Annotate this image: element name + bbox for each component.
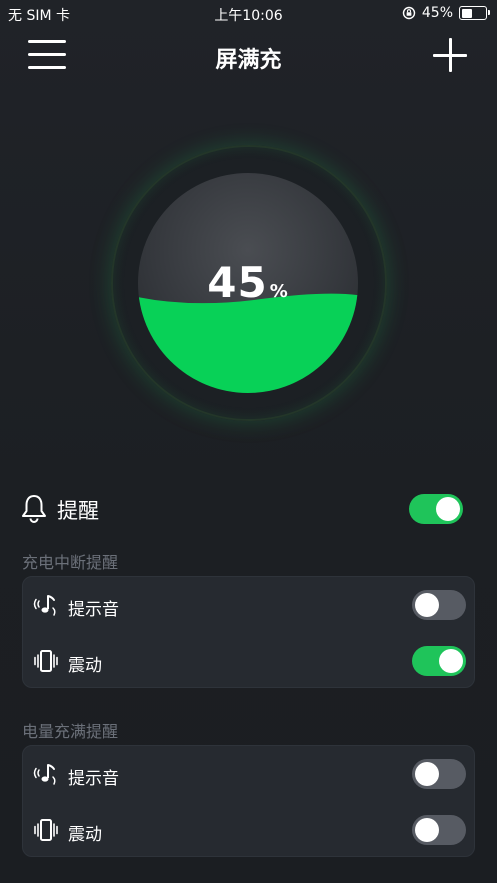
battery-percentage-unit: % <box>269 281 289 302</box>
page-title: 屏满充 <box>215 48 282 73</box>
toggle-knob <box>415 593 439 617</box>
vibrate-toggle[interactable] <box>412 815 466 845</box>
nav-bar: 屏满充 <box>0 26 497 86</box>
sound-row: 提示音 <box>23 746 476 802</box>
battery-icon <box>459 6 490 20</box>
battery-percentage-value: 45 <box>207 258 268 307</box>
toggle-knob <box>439 649 463 673</box>
vibrate-row: 震动 <box>23 802 476 858</box>
sound-toggle[interactable] <box>412 590 466 620</box>
sound-label: 提示音 <box>68 600 119 620</box>
sound-label: 提示音 <box>68 769 119 789</box>
vibrate-icon <box>34 819 58 841</box>
vibrate-icon <box>34 650 58 672</box>
vibrate-label: 震动 <box>68 656 102 676</box>
section-title-charge-full: 电量充满提醒 <box>22 722 119 741</box>
section-title-charge-interrupt: 充电中断提醒 <box>22 553 119 572</box>
charge-interrupt-card: 提示音 震动 <box>22 576 475 688</box>
vibrate-row: 震动 <box>23 633 476 689</box>
plus-icon[interactable] <box>433 38 467 72</box>
sound-row: 提示音 <box>23 577 476 633</box>
vibrate-label: 震动 <box>68 825 102 845</box>
status-right: 45% <box>402 5 490 21</box>
music-note-icon <box>33 595 56 616</box>
vibrate-toggle[interactable] <box>412 646 466 676</box>
battery-fill <box>461 8 472 18</box>
toggle-knob <box>415 818 439 842</box>
toggle-knob <box>436 497 460 521</box>
charge-full-card: 提示音 震动 <box>22 745 475 857</box>
battery-percent: 45% <box>421 5 453 21</box>
reminder-row: 提醒 <box>20 490 480 528</box>
reminder-label: 提醒 <box>57 499 99 523</box>
app-screen: 无 SIM 卡 上午10:06 45% 屏满充 45 % 提醒 充电中断提醒 提… <box>0 0 497 883</box>
battery-percentage: 45% <box>137 258 359 307</box>
gauge-liquid-fill <box>138 293 358 393</box>
sound-toggle[interactable] <box>412 759 466 789</box>
music-note-icon <box>33 764 56 785</box>
bell-icon <box>22 495 46 523</box>
toggle-knob <box>415 762 439 786</box>
reminder-toggle[interactable] <box>409 494 463 524</box>
orientation-lock-icon <box>402 6 416 20</box>
status-bar: 无 SIM 卡 上午10:06 45% <box>0 0 497 26</box>
